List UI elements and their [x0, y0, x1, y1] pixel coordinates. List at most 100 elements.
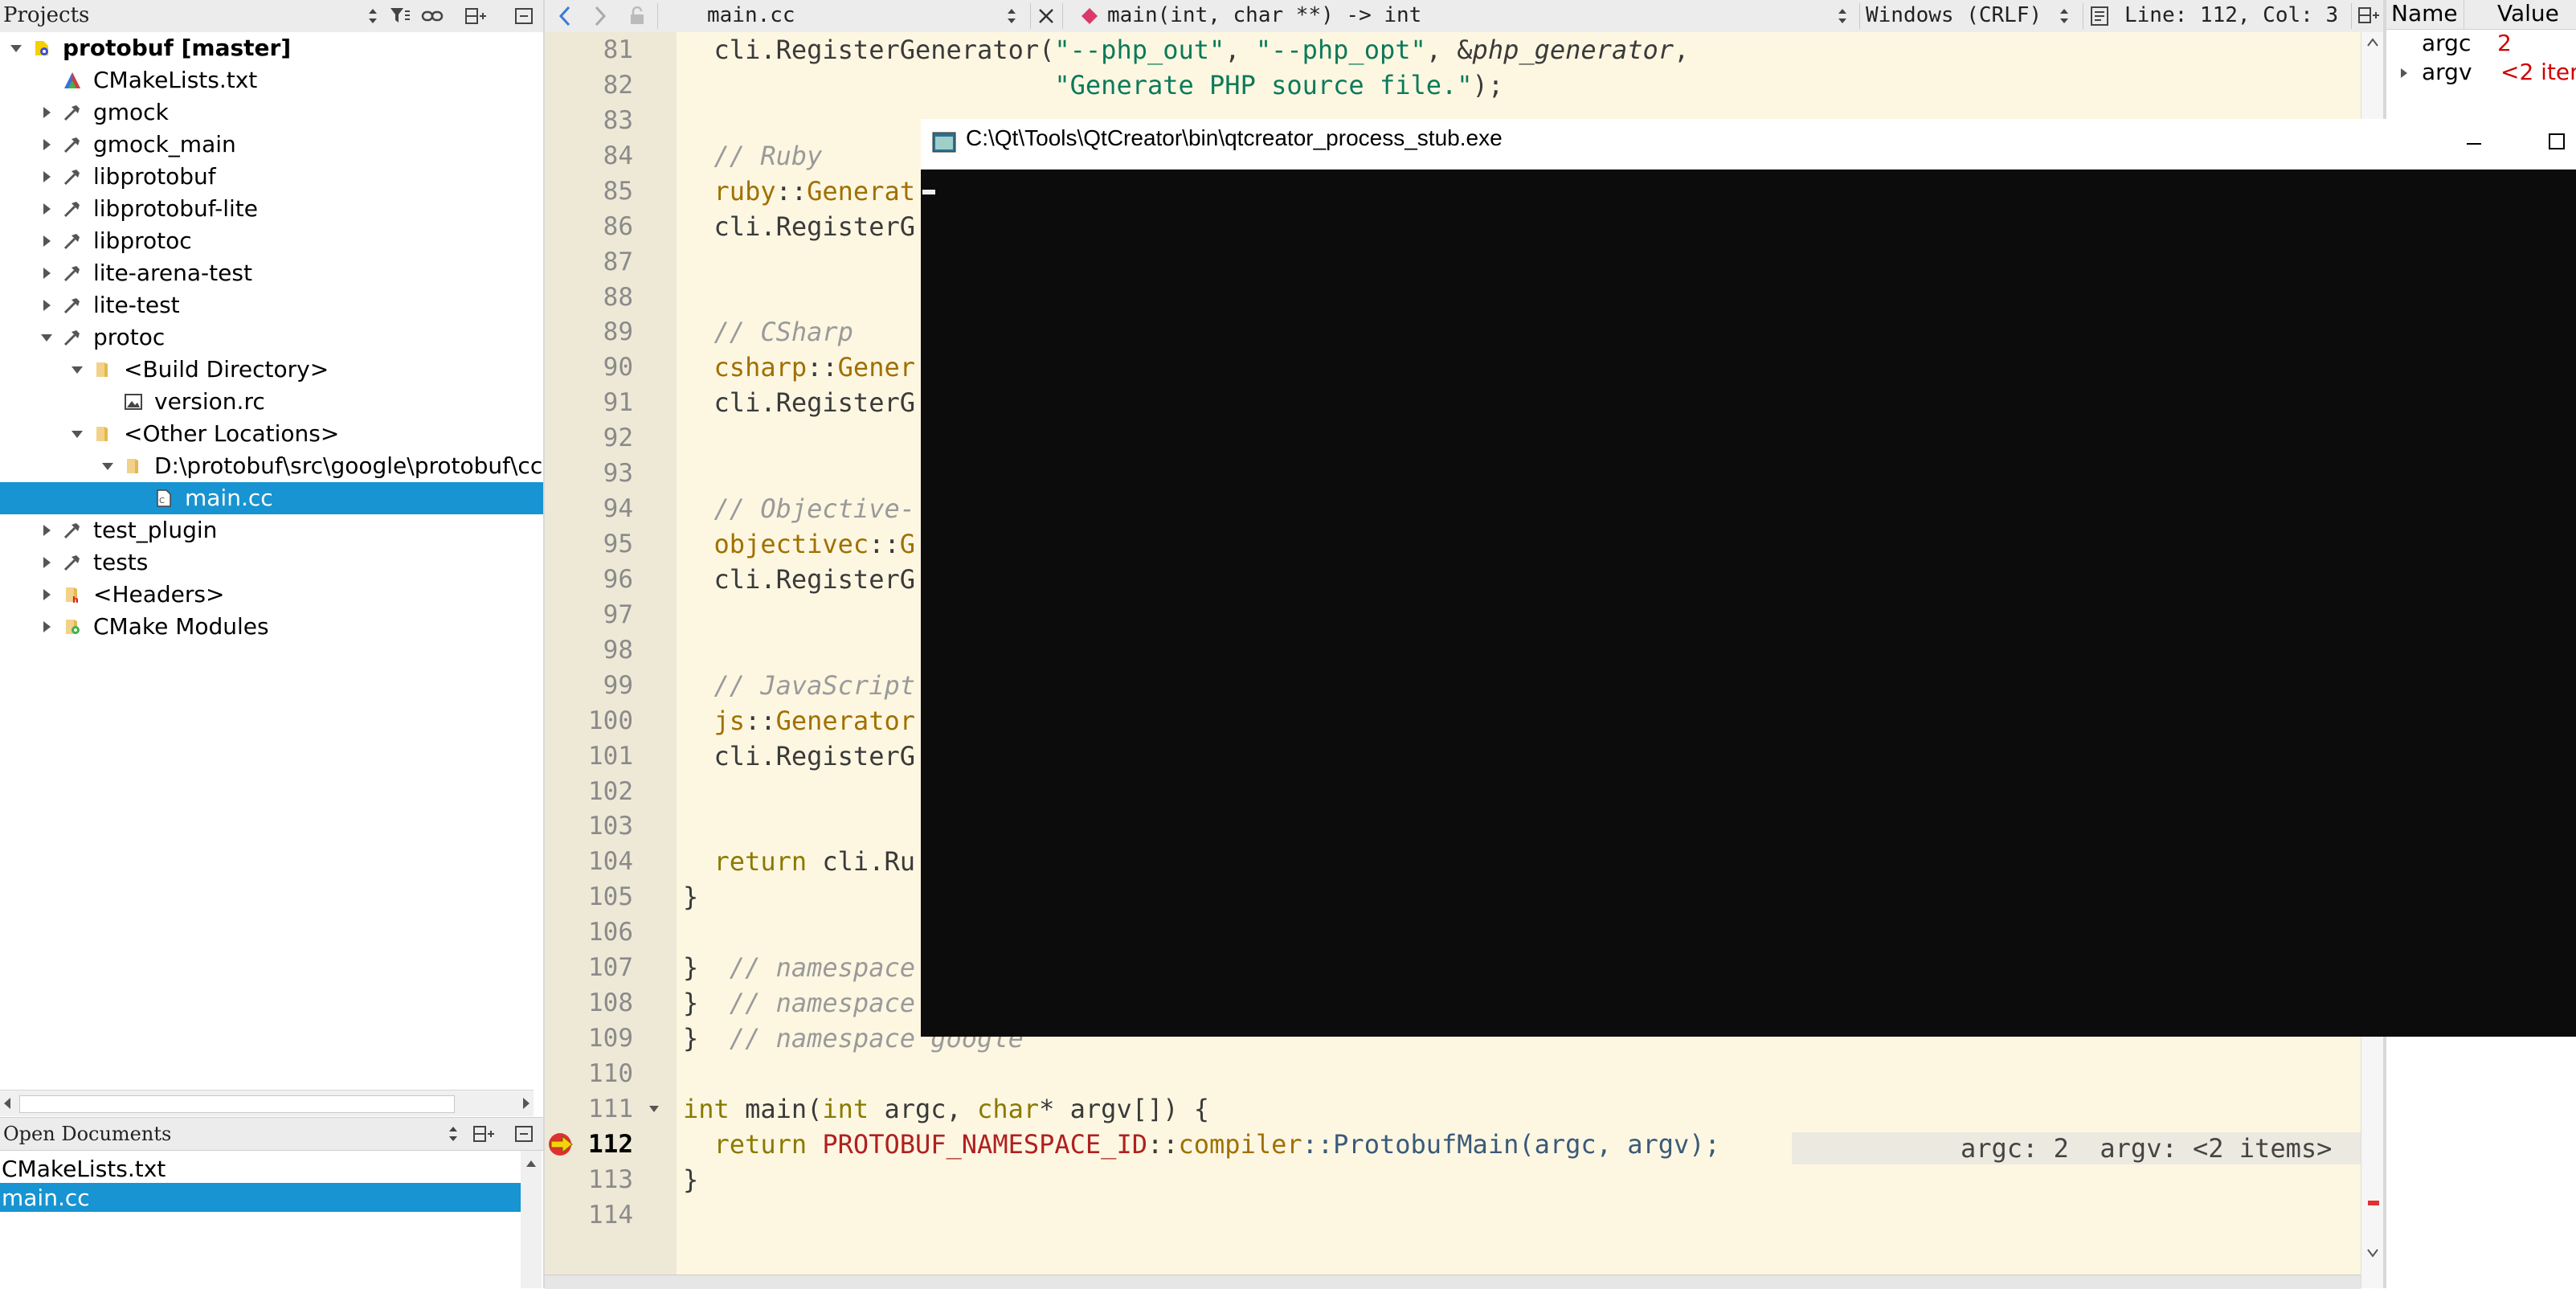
console-window[interactable]: [921, 119, 2576, 1037]
collapse-arrow-icon[interactable]: [69, 362, 85, 378]
tree-item[interactable]: D:\protobuf\src\google\protobuf\cc: [0, 450, 543, 482]
symbol-dropdown-icon[interactable]: [1837, 6, 1848, 26]
expand-arrow-icon[interactable]: [39, 587, 55, 603]
scroll-left-icon[interactable]: [2, 1097, 13, 1110]
code-line[interactable]: // Objective-: [683, 491, 915, 526]
split-panel-icon[interactable]: [471, 1121, 497, 1147]
line-number-gutter[interactable]: 81 82 83 84 85 86 87 88 89 90 91 92 93 94 95 96 97 98 99 10…: [545, 32, 677, 1288]
locals-row-argc[interactable]: argc 2: [2386, 30, 2576, 59]
projects-horizontal-scrollbar[interactable]: [0, 1090, 534, 1116]
view-selector-arrows-icon[interactable]: [360, 3, 386, 29]
code-line[interactable]: } // namespace: [683, 950, 915, 985]
expand-arrow-icon[interactable]: [2399, 67, 2409, 80]
scroll-up-icon[interactable]: [525, 1159, 537, 1168]
link-with-editor-icon[interactable]: [419, 3, 445, 29]
tree-item[interactable]: CMake Modules: [0, 611, 543, 643]
code-line[interactable]: objectivec::G: [683, 526, 915, 562]
maximize-icon[interactable]: [2545, 130, 2568, 153]
expand-arrow-icon[interactable]: [39, 104, 55, 121]
locals-value-column[interactable]: Value: [2497, 0, 2559, 27]
tree-item[interactable]: lite-arena-test: [0, 257, 543, 289]
code-line[interactable]: }: [683, 879, 698, 915]
tree-item[interactable]: test_plugin: [0, 514, 543, 546]
line-ending-selector[interactable]: Windows (CRLF): [1866, 3, 2042, 27]
code-line[interactable]: // JavaScript: [683, 668, 915, 703]
collapse-arrow-icon[interactable]: [69, 426, 85, 442]
code-line[interactable]: return PROTOBUF_NAMESPACE_ID::compiler::…: [683, 1127, 1720, 1162]
collapse-arrow-icon[interactable]: [8, 40, 24, 56]
lock-icon[interactable]: [628, 6, 646, 26]
expand-arrow-icon[interactable]: [39, 265, 55, 281]
code-line[interactable]: }: [683, 1162, 698, 1197]
expand-arrow-icon[interactable]: [39, 201, 55, 217]
close-panel-icon[interactable]: [511, 3, 537, 29]
code-line[interactable]: cli.RegisterG: [683, 209, 915, 244]
collapse-arrow-icon[interactable]: [100, 458, 116, 474]
current-file-label[interactable]: main.cc: [707, 3, 795, 27]
code-line[interactable]: // Ruby: [683, 138, 823, 174]
navigate-back-icon[interactable]: [556, 5, 574, 27]
open-document-item[interactable]: CMakeLists.txt: [0, 1154, 521, 1183]
code-line[interactable]: cli.RegisterGenerator("--php_out", "--ph…: [683, 32, 1690, 68]
tree-item[interactable]: version.rc: [0, 386, 543, 418]
tree-item[interactable]: h <Headers>: [0, 579, 543, 611]
scroll-up-icon[interactable]: [2366, 37, 2379, 48]
locals-name-column[interactable]: Name: [2391, 0, 2458, 27]
expand-arrow-icon[interactable]: [39, 522, 55, 538]
minimize-icon[interactable]: [2464, 133, 2484, 154]
tree-item[interactable]: libprotoc: [0, 225, 543, 257]
tree-item[interactable]: <Other Locations>: [0, 418, 543, 450]
expand-arrow-icon[interactable]: [39, 137, 55, 153]
code-line[interactable]: ruby::Generat: [683, 174, 915, 209]
file-dropdown-icon[interactable]: [1006, 6, 1017, 26]
code-line[interactable]: int main(int argc, char* argv[]) {: [683, 1091, 1209, 1127]
split-editor-icon[interactable]: [2357, 6, 2380, 24]
view-selector-arrows-icon[interactable]: [440, 1121, 466, 1147]
symbol-selector[interactable]: main(int, char **) -> int: [1107, 3, 1421, 27]
tree-item[interactable]: protobuf [master]: [0, 32, 543, 64]
line-ending-dropdown-icon[interactable]: [2059, 6, 2070, 26]
scroll-down-icon[interactable]: [2366, 1247, 2379, 1258]
code-line[interactable]: return cli.Ru: [683, 844, 915, 879]
expand-arrow-icon[interactable]: [39, 233, 55, 249]
expand-arrow-icon[interactable]: [39, 169, 55, 185]
code-line[interactable]: cli.RegisterG: [683, 562, 915, 597]
line-number: 95: [603, 530, 633, 559]
close-panel-icon[interactable]: [511, 1121, 537, 1147]
split-panel-icon[interactable]: [463, 3, 489, 29]
open-document-item-selected[interactable]: main.cc: [0, 1183, 521, 1212]
code-line[interactable]: js::Generator: [683, 703, 915, 739]
code-token: ,: [1225, 35, 1256, 65]
close-document-icon[interactable]: [1037, 6, 1056, 26]
tree-item[interactable]: CMakeLists.txt: [0, 64, 543, 96]
code-line[interactable]: csharp::Gener: [683, 350, 915, 385]
tree-item[interactable]: gmock_main: [0, 129, 543, 161]
breakpoint-current-icon[interactable]: [548, 1131, 575, 1157]
scroll-right-icon[interactable]: [521, 1097, 532, 1110]
open-documents-scrollbar[interactable]: [521, 1151, 542, 1288]
cursor-position[interactable]: Line: 112, Col: 3: [2124, 3, 2338, 27]
code-line[interactable]: // CSharp: [683, 314, 853, 350]
code-line[interactable]: } // namespace: [683, 985, 915, 1021]
tree-item[interactable]: protoc: [0, 321, 543, 354]
code-line[interactable]: "Generate PHP source file.");: [683, 68, 1503, 103]
tree-item[interactable]: tests: [0, 546, 543, 579]
tree-item[interactable]: Cmain.cc: [0, 482, 543, 514]
document-info-icon[interactable]: [2089, 5, 2110, 27]
navigate-forward-icon[interactable]: [591, 5, 609, 27]
collapse-arrow-icon[interactable]: [39, 329, 55, 346]
code-line[interactable]: cli.RegisterG: [683, 739, 915, 774]
tree-item[interactable]: lite-test: [0, 289, 543, 321]
locals-row-argv[interactable]: argv <2 item: [2386, 59, 2576, 88]
tree-item[interactable]: <Build Directory>: [0, 354, 543, 386]
tree-item[interactable]: libprotobuf-lite: [0, 193, 543, 225]
code-line[interactable]: cli.RegisterG: [683, 385, 915, 420]
filter-icon[interactable]: [387, 3, 413, 29]
expand-arrow-icon[interactable]: [39, 619, 55, 635]
tree-item[interactable]: gmock: [0, 96, 543, 129]
scrollbar-thumb[interactable]: [19, 1095, 455, 1113]
fold-arrow-icon[interactable]: [648, 1104, 660, 1114]
tree-item[interactable]: libprotobuf: [0, 161, 543, 193]
expand-arrow-icon[interactable]: [39, 554, 55, 571]
expand-arrow-icon[interactable]: [39, 297, 55, 313]
